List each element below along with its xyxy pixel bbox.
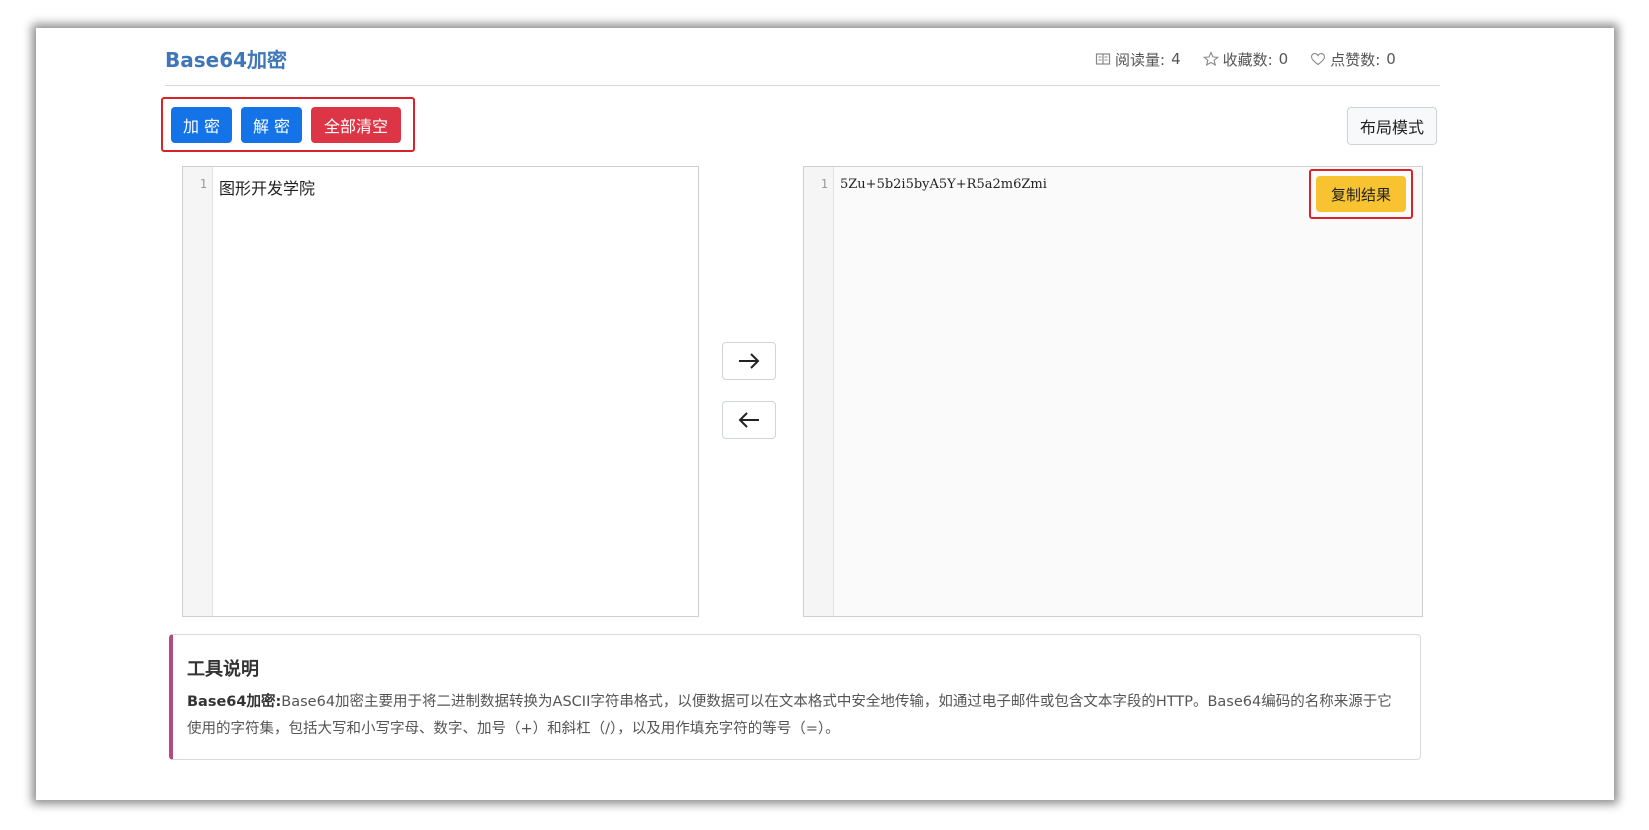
input-editor[interactable]: 1 图形开发学院 (182, 166, 699, 617)
description-lead: Base64加密: (187, 694, 282, 710)
header-divider (165, 85, 1440, 86)
convert-left-button[interactable] (722, 401, 776, 439)
star-icon (1202, 51, 1219, 67)
page-title: Base64加密 (165, 48, 288, 72)
description-title: 工具说明 (187, 659, 259, 680)
like-value: 0 (1386, 50, 1396, 68)
description-text: Base64加密主要用于将二进制数据转换为ASCII字符串格式，以便数据可以在文… (187, 694, 1392, 737)
tool-description: 工具说明 Base64加密:Base64加密主要用于将二进制数据转换为ASCII… (169, 634, 1421, 760)
fav-label: 收藏数: (1222, 50, 1273, 69)
arrow-right-icon (739, 353, 760, 369)
decode-button[interactable]: 解 密 (241, 107, 302, 143)
book-icon (1095, 53, 1111, 65)
output-line-number: 1 (820, 177, 828, 191)
read-value: 4 (1171, 50, 1181, 68)
description-body: Base64加密:Base64加密主要用于将二进制数据转换为ASCII字符串格式… (187, 689, 1397, 743)
input-gutter: 1 (183, 167, 213, 616)
fav-value: 0 (1278, 50, 1289, 68)
input-text[interactable]: 图形开发学院 (219, 175, 315, 199)
stats-bar: 阅读量: 4 收藏数: 0 点赞数: 0 (1095, 47, 1396, 71)
output-gutter: 1 (804, 167, 834, 616)
read-label: 阅读量: (1115, 50, 1166, 69)
read-count: 阅读量: 4 (1095, 49, 1181, 70)
output-text[interactable]: 5Zu+5b2i5byA5Y+R5a2m6Zmi (840, 177, 1047, 192)
like-label: 点赞数: (1330, 50, 1381, 69)
output-editor[interactable]: 1 5Zu+5b2i5byA5Y+R5a2m6Zmi (803, 166, 1423, 617)
heart-icon (1311, 53, 1326, 66)
like-count[interactable]: 点赞数: 0 (1310, 49, 1396, 70)
copy-result-button[interactable]: 复制结果 (1316, 176, 1406, 212)
fav-count[interactable]: 收藏数: 0 (1202, 49, 1289, 70)
clear-all-button[interactable]: 全部清空 (311, 107, 401, 143)
encode-button[interactable]: 加 密 (171, 107, 232, 143)
layout-mode-button[interactable]: 布局模式 (1347, 107, 1437, 145)
input-line-number: 1 (199, 177, 207, 191)
convert-right-button[interactable] (722, 342, 776, 380)
arrow-left-icon (738, 412, 759, 428)
